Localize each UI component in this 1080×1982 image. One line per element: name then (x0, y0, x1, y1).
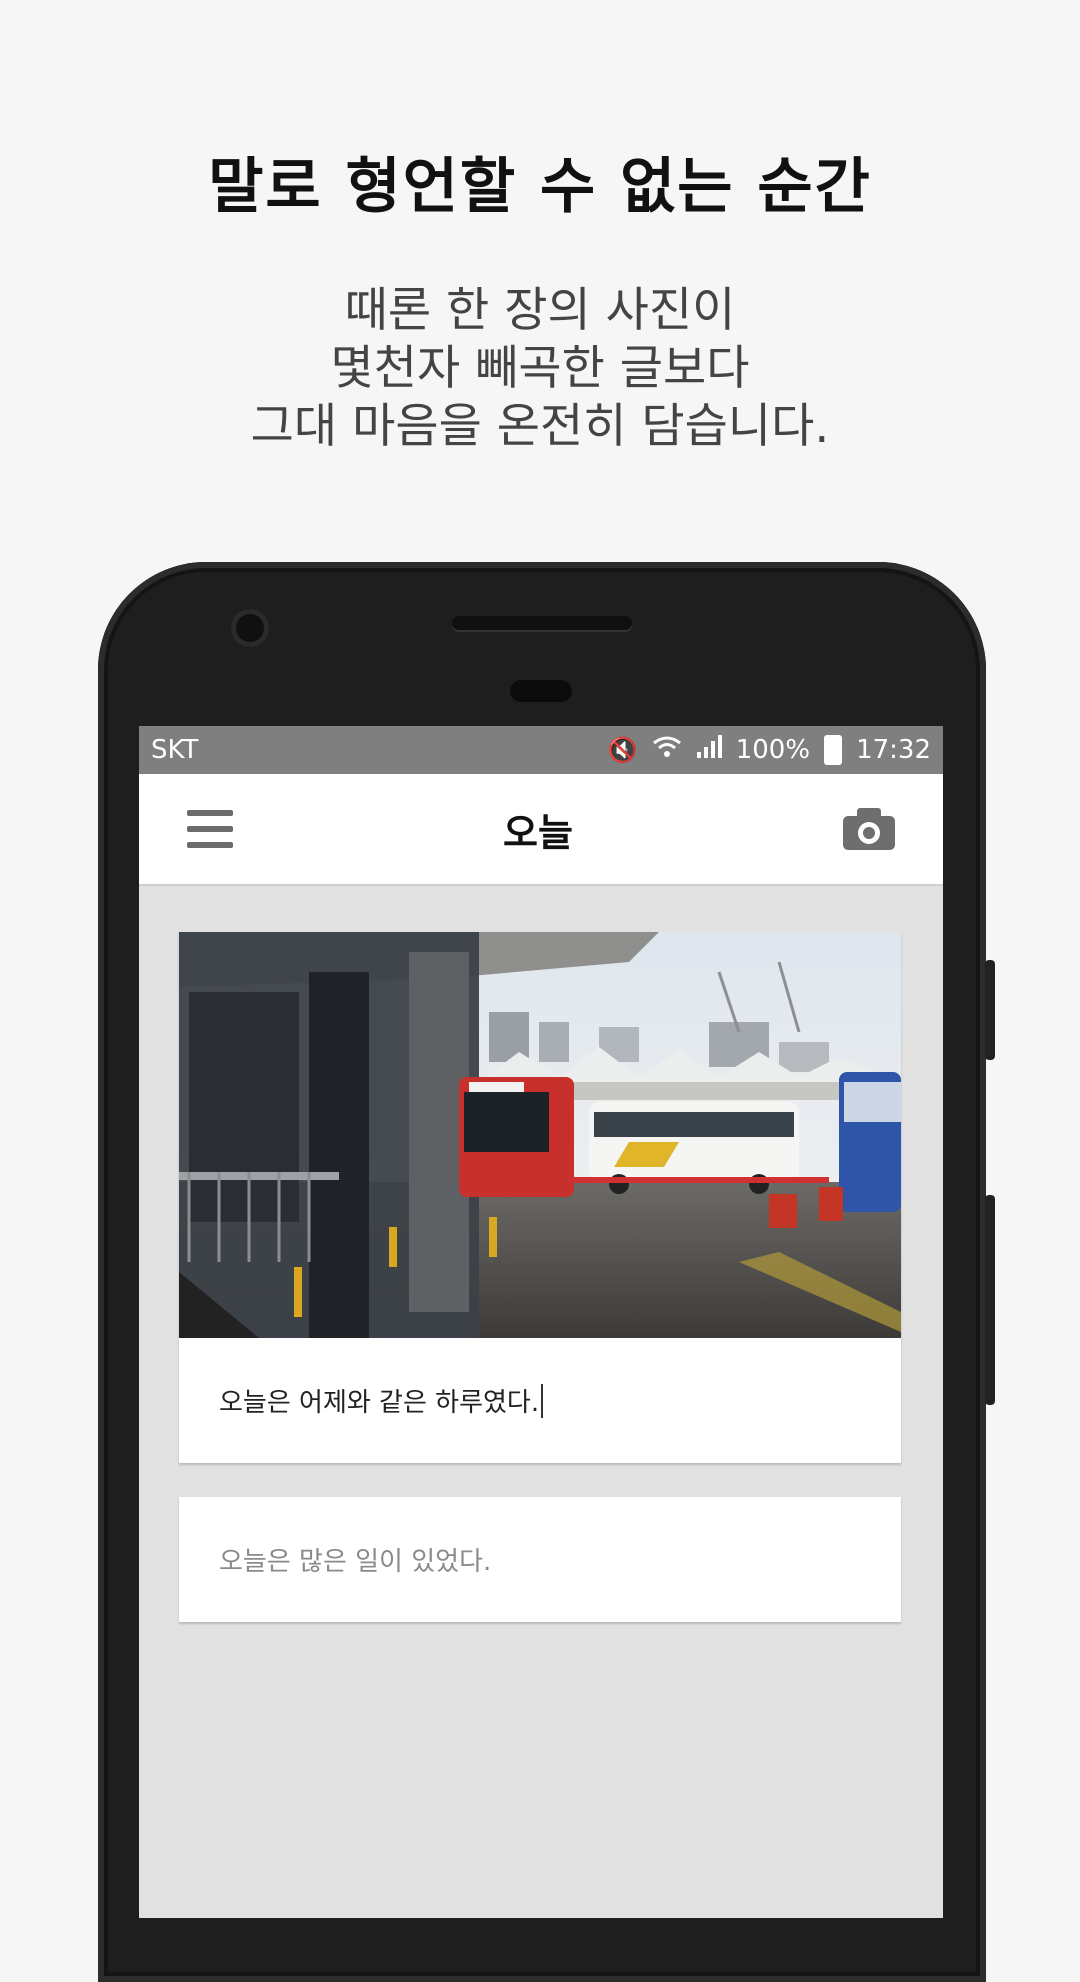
app-title: 오늘 (503, 810, 573, 855)
promo-line: 그대 마음을 온전히 담습니다. (250, 399, 830, 454)
battery-percent: 100% (735, 735, 811, 765)
status-bar: SKT 🔇 100% 17:32 (139, 726, 943, 774)
carrier-label: SKT (151, 735, 199, 765)
entry-photo (179, 932, 901, 1338)
front-camera (236, 614, 264, 642)
phone-volume-button (985, 1195, 995, 1405)
menu-icon[interactable] (187, 810, 233, 848)
entry-text: 오늘은 어제와 같은 하루였다. (219, 1388, 540, 1418)
entry-card[interactable]: 오늘은 어제와 같은 하루였다. (179, 932, 901, 1463)
clock: 17:32 (856, 735, 931, 765)
phone-speaker (452, 616, 632, 630)
promo-line: 때론 한 장의 사진이 (344, 283, 736, 338)
entry-text-input[interactable]: 오늘은 많은 일이 있었다. (179, 1497, 901, 1622)
camera-icon[interactable] (842, 808, 895, 850)
phone-sensor (510, 680, 572, 702)
phone-screen: SKT 🔇 100% 17:32 오늘 오늘은 어제와 같은 하루였다. 오늘은… (139, 726, 943, 1918)
mute-icon: 🔇 (607, 736, 638, 764)
entry-text: 오늘은 많은 일이 있었다. (219, 1547, 492, 1577)
app-bar: 오늘 (139, 774, 943, 886)
promo-subtitle: 때론 한 장의 사진이 몇천자 빼곡한 글보다 그대 마음을 온전히 담습니다. (0, 282, 1080, 456)
phone-power-button (985, 960, 995, 1060)
promo-line: 몇천자 빼곡한 글보다 (330, 341, 750, 396)
battery-icon (824, 735, 843, 765)
text-caret (541, 1383, 544, 1418)
wifi-icon (652, 735, 682, 765)
promo-headline: 말로 형언할 수 없는 순간 (208, 152, 872, 222)
signal-icon (696, 735, 722, 765)
entry-text-input[interactable]: 오늘은 어제와 같은 하루였다. (179, 1338, 901, 1463)
entry-card[interactable]: 오늘은 많은 일이 있었다. (179, 1497, 901, 1622)
